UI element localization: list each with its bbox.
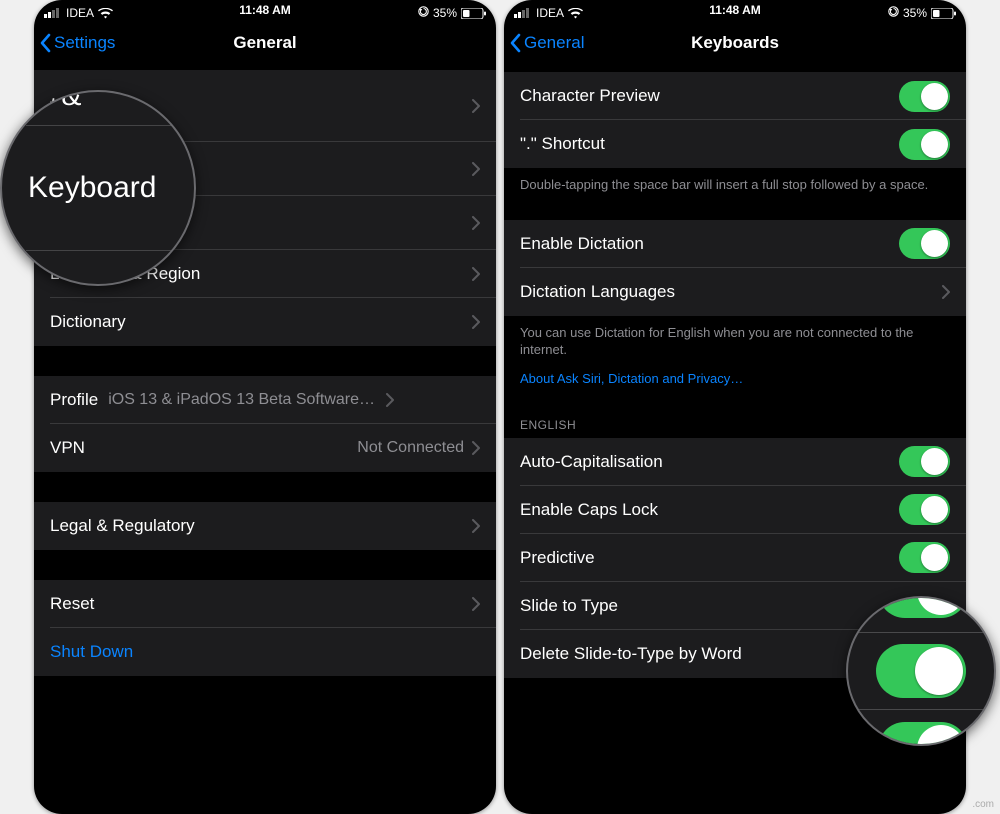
row-shut-down[interactable]: Shut Down (34, 628, 496, 676)
chevron-right-icon (472, 597, 480, 611)
row-auto-capitalisation[interactable]: Auto-Capitalisation (504, 438, 966, 486)
chevron-right-icon (472, 99, 480, 113)
row-enable-dictation[interactable]: Enable Dictation (504, 220, 966, 268)
row-dictation-languages[interactable]: Dictation Languages (504, 268, 966, 316)
toggle-slide-to-type-magnified[interactable] (876, 644, 966, 698)
back-label: Settings (54, 33, 115, 53)
row-label: Character Preview (520, 86, 660, 106)
row-character-preview[interactable]: Character Preview (504, 72, 966, 120)
row-label: Profile (50, 390, 98, 410)
chevron-left-icon (40, 33, 52, 53)
row-value: Not Connected (357, 439, 464, 457)
shortcut-footer: Double-tapping the space bar will insert… (504, 168, 966, 198)
dictation-footer: You can use Dictation for English when y… (504, 316, 966, 363)
watermark: .com (972, 799, 994, 810)
row-dictionary[interactable]: Dictionary (34, 298, 496, 346)
toggle-caps-lock[interactable] (899, 494, 950, 525)
magnifier-keyboard: te & Keyboard ts (0, 90, 196, 286)
status-bar: IDEA 11:48 AM 35% (504, 0, 966, 20)
row-label: Predictive (520, 548, 595, 568)
chevron-right-icon (472, 267, 480, 281)
back-button[interactable]: Settings (34, 33, 115, 53)
row-label: Slide to Type (520, 596, 618, 616)
toggle-enable-dictation[interactable] (899, 228, 950, 259)
toggle-auto-capitalisation[interactable] (899, 446, 950, 477)
row-label: Shut Down (50, 642, 133, 662)
back-button[interactable]: General (504, 33, 584, 53)
chevron-right-icon (472, 441, 480, 455)
toggle-predictive[interactable] (899, 542, 950, 573)
row-profile[interactable]: Profile iOS 13 & iPadOS 13 Beta Software… (34, 376, 496, 424)
nav-bar: Settings General (34, 20, 496, 66)
row-label: Enable Dictation (520, 234, 644, 254)
row-label: VPN (50, 438, 85, 458)
chevron-right-icon (386, 393, 394, 407)
row-label: Auto-Capitalisation (520, 452, 663, 472)
row-label: Enable Caps Lock (520, 500, 658, 520)
toggle-character-preview[interactable] (899, 81, 950, 112)
row-predictive[interactable]: Predictive (504, 534, 966, 582)
row-label: Dictionary (50, 312, 126, 332)
chevron-right-icon (472, 315, 480, 329)
status-time: 11:48 AM (504, 3, 966, 17)
magnifier-slide-to-type-toggle (846, 596, 996, 746)
row-label: Dictation Languages (520, 282, 675, 302)
section-header-english: ENGLISH (504, 390, 966, 438)
row-label: Delete Slide-to-Type by Word (520, 644, 742, 664)
row-shortcut[interactable]: "." Shortcut (504, 120, 966, 168)
about-siri-link[interactable]: About Ask Siri, Dictation and Privacy… (504, 363, 966, 390)
chevron-left-icon (510, 33, 522, 53)
row-reset[interactable]: Reset (34, 580, 496, 628)
row-caps-lock[interactable]: Enable Caps Lock (504, 486, 966, 534)
toggle-shortcut[interactable] (899, 129, 950, 160)
toggle-delete-slide-magnified (878, 722, 968, 746)
row-value: iOS 13 & iPadOS 13 Beta Software Pr… (108, 391, 378, 409)
chevron-right-icon (942, 285, 950, 299)
row-vpn[interactable]: VPN Not Connected (34, 424, 496, 472)
row-label: Reset (50, 594, 94, 614)
toggle-predictive-magnified (878, 596, 968, 618)
nav-bar: General Keyboards (504, 20, 966, 66)
status-time: 11:48 AM (34, 3, 496, 17)
row-label: "." Shortcut (520, 134, 605, 154)
chevron-right-icon (472, 519, 480, 533)
magnified-row-label: Keyboard (28, 171, 156, 204)
back-label: General (524, 33, 584, 53)
keyboards-list: Character Preview "." Shortcut Double-ta… (504, 72, 966, 678)
status-bar: IDEA 11:48 AM 35% (34, 0, 496, 20)
row-legal[interactable]: Legal & Regulatory (34, 502, 496, 550)
chevron-right-icon (472, 162, 480, 176)
chevron-right-icon (472, 216, 480, 230)
row-label: Legal & Regulatory (50, 516, 195, 536)
